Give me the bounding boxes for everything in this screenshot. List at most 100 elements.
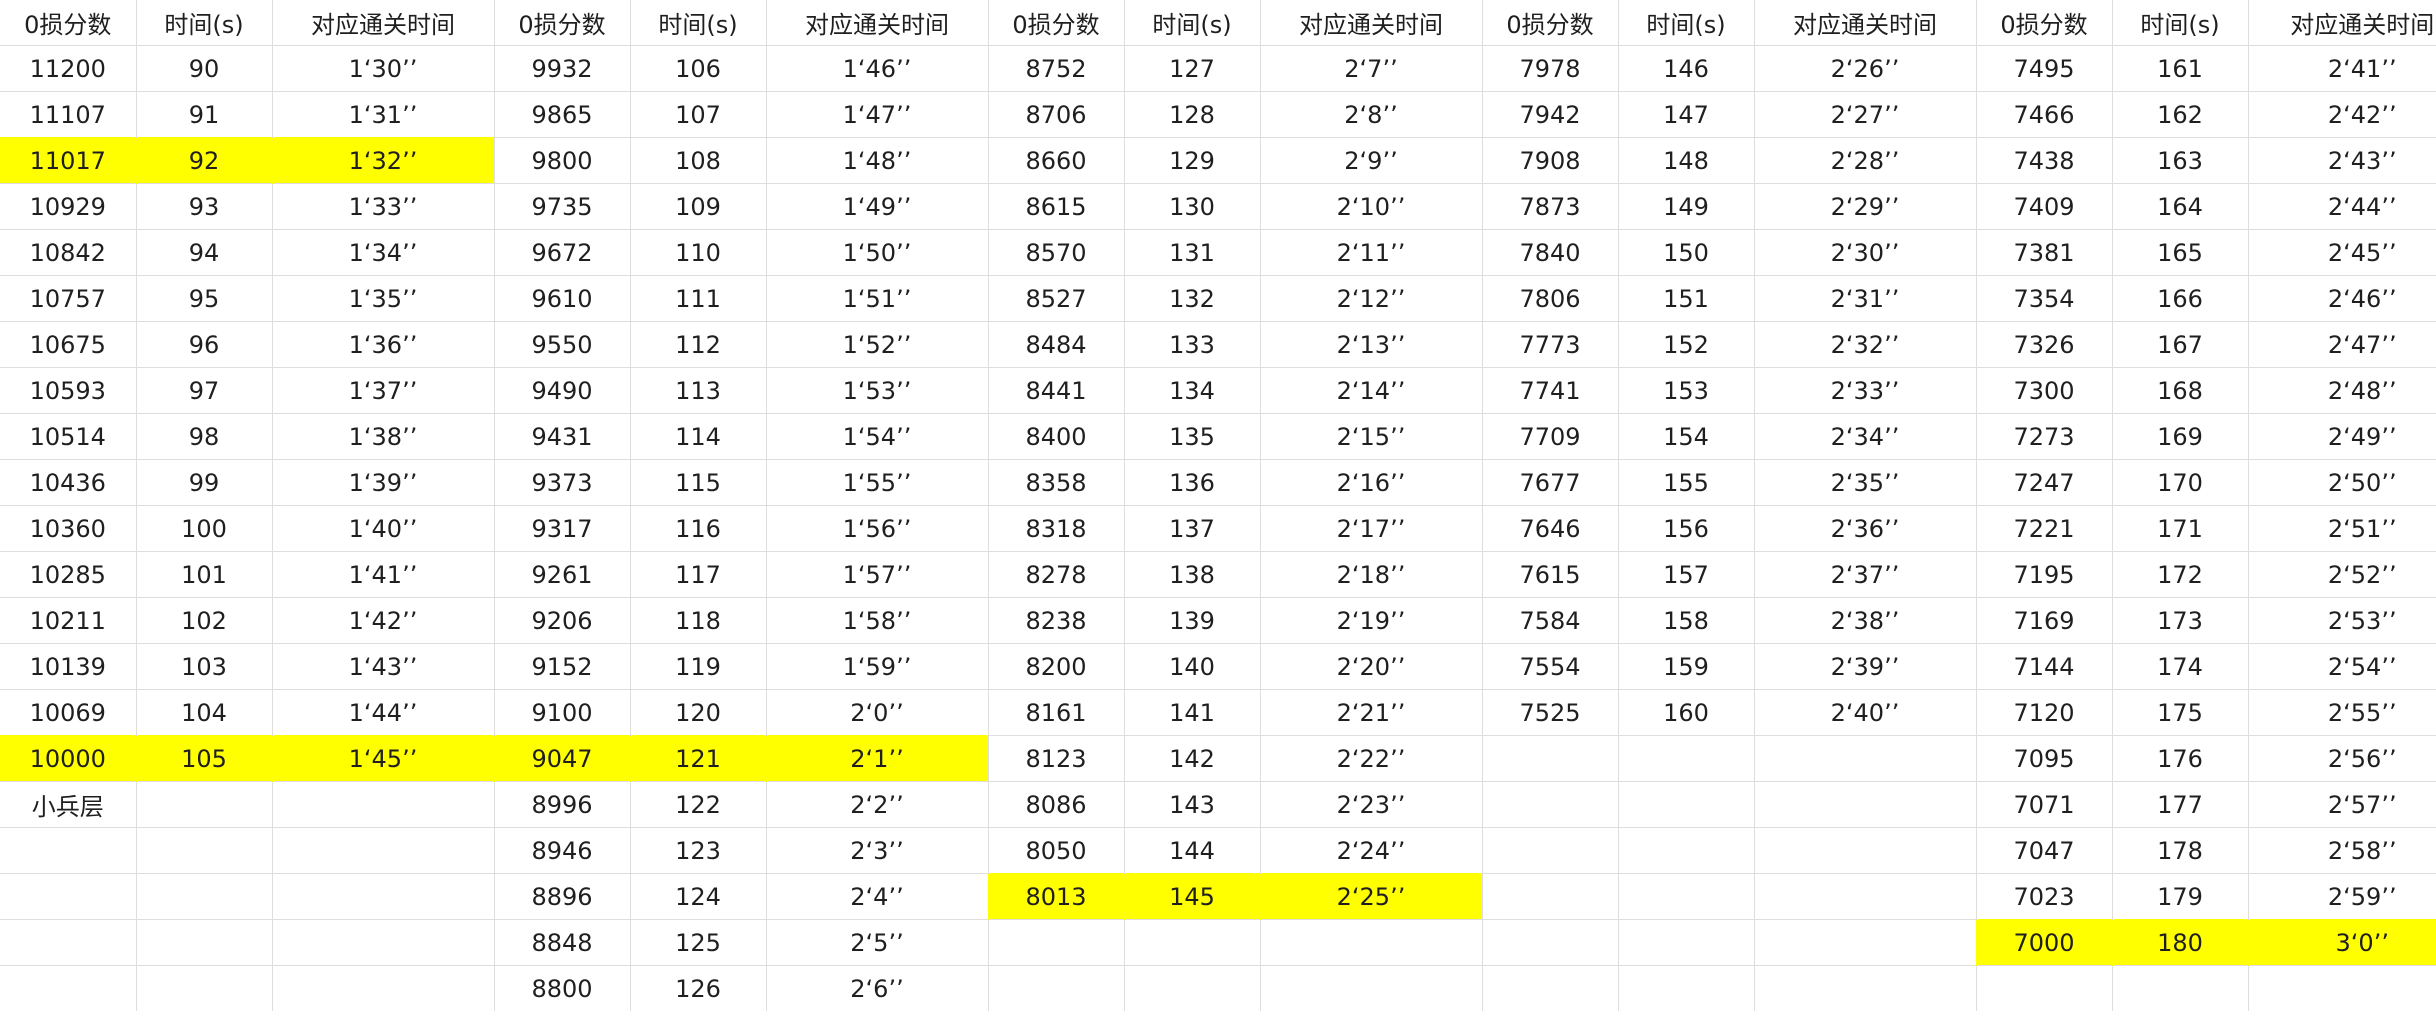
clear-time-cell[interactable]: 2‘32’’ (1753, 321, 1976, 368)
time-cell[interactable]: 122 (629, 781, 766, 828)
score-cell[interactable]: 7646 (1481, 505, 1618, 552)
clear-time-cell[interactable]: 2‘24’’ (1259, 827, 1482, 874)
clear-time-cell[interactable]: 1‘32’’ (271, 137, 494, 184)
score-cell[interactable]: 7615 (1481, 551, 1618, 598)
empty-cell[interactable] (1753, 919, 1976, 966)
score-cell[interactable]: 8570 (987, 229, 1124, 276)
time-cell[interactable]: 114 (629, 413, 766, 460)
score-cell[interactable]: 7195 (1975, 551, 2112, 598)
empty-cell[interactable] (0, 919, 136, 966)
score-cell[interactable]: 9800 (493, 137, 630, 184)
empty-cell[interactable] (1481, 919, 1618, 966)
header-time[interactable]: 时间(s) (1617, 0, 1754, 46)
time-cell[interactable]: 149 (1617, 183, 1754, 230)
time-cell[interactable]: 138 (1123, 551, 1260, 598)
time-cell[interactable]: 108 (629, 137, 766, 184)
empty-cell[interactable] (271, 827, 494, 874)
score-cell[interactable]: 7942 (1481, 91, 1618, 138)
empty-cell[interactable] (1753, 827, 1976, 874)
clear-time-cell[interactable]: 2‘14’’ (1259, 367, 1482, 414)
time-cell[interactable]: 126 (629, 965, 766, 1011)
empty-cell[interactable] (135, 827, 272, 874)
clear-time-cell[interactable]: 2‘7’’ (1259, 45, 1482, 92)
clear-time-cell[interactable]: 2‘16’’ (1259, 459, 1482, 506)
clear-time-cell[interactable]: 1‘36’’ (271, 321, 494, 368)
score-cell[interactable]: 9865 (493, 91, 630, 138)
clear-time-cell[interactable]: 2‘46’’ (2247, 275, 2436, 322)
empty-cell[interactable] (1753, 965, 1976, 1011)
score-cell[interactable]: 10000 (0, 735, 136, 782)
time-cell[interactable]: 121 (629, 735, 766, 782)
clear-time-cell[interactable]: 1‘58’’ (765, 597, 988, 644)
time-cell[interactable]: 131 (1123, 229, 1260, 276)
clear-time-cell[interactable]: 2‘53’’ (2247, 597, 2436, 644)
clear-time-cell[interactable]: 2‘20’’ (1259, 643, 1482, 690)
clear-time-cell[interactable]: 2‘3’’ (765, 827, 988, 874)
empty-cell[interactable] (2247, 965, 2436, 1011)
time-cell[interactable]: 180 (2111, 919, 2248, 966)
time-cell[interactable]: 150 (1617, 229, 1754, 276)
clear-time-cell[interactable]: 2‘18’’ (1259, 551, 1482, 598)
score-cell[interactable]: 8123 (987, 735, 1124, 782)
time-cell[interactable]: 129 (1123, 137, 1260, 184)
score-cell[interactable]: 8358 (987, 459, 1124, 506)
time-cell[interactable]: 147 (1617, 91, 1754, 138)
time-cell[interactable]: 104 (135, 689, 272, 736)
score-cell[interactable]: 7023 (1975, 873, 2112, 920)
clear-time-cell[interactable]: 1‘35’’ (271, 275, 494, 322)
clear-time-cell[interactable]: 2‘39’’ (1753, 643, 1976, 690)
header-score[interactable]: 0损分数 (987, 0, 1124, 46)
time-cell[interactable]: 148 (1617, 137, 1754, 184)
time-cell[interactable]: 177 (2111, 781, 2248, 828)
empty-cell[interactable] (1481, 735, 1618, 782)
clear-time-cell[interactable]: 1‘42’’ (271, 597, 494, 644)
score-cell[interactable]: 9317 (493, 505, 630, 552)
empty-cell[interactable] (135, 873, 272, 920)
time-cell[interactable]: 170 (2111, 459, 2248, 506)
time-cell[interactable]: 93 (135, 183, 272, 230)
time-cell[interactable]: 101 (135, 551, 272, 598)
time-cell[interactable]: 91 (135, 91, 272, 138)
score-cell[interactable]: 7000 (1975, 919, 2112, 966)
clear-time-cell[interactable]: 2‘8’’ (1259, 91, 1482, 138)
score-cell[interactable]: 7709 (1481, 413, 1618, 460)
clear-time-cell[interactable]: 1‘38’’ (271, 413, 494, 460)
empty-cell[interactable] (1259, 919, 1482, 966)
time-cell[interactable]: 154 (1617, 413, 1754, 460)
score-cell[interactable]: 8013 (987, 873, 1124, 920)
time-cell[interactable]: 152 (1617, 321, 1754, 368)
empty-cell[interactable] (0, 827, 136, 874)
clear-time-cell[interactable]: 2‘12’’ (1259, 275, 1482, 322)
clear-time-cell[interactable]: 2‘44’’ (2247, 183, 2436, 230)
score-cell[interactable]: 7495 (1975, 45, 2112, 92)
empty-cell[interactable] (1617, 919, 1754, 966)
time-cell[interactable]: 107 (629, 91, 766, 138)
clear-time-cell[interactable]: 1‘56’’ (765, 505, 988, 552)
clear-time-cell[interactable]: 1‘39’’ (271, 459, 494, 506)
score-cell[interactable]: 8996 (493, 781, 630, 828)
time-cell[interactable]: 127 (1123, 45, 1260, 92)
time-cell[interactable]: 132 (1123, 275, 1260, 322)
time-cell[interactable]: 123 (629, 827, 766, 874)
time-cell[interactable]: 92 (135, 137, 272, 184)
score-cell[interactable]: 8896 (493, 873, 630, 920)
header-time[interactable]: 时间(s) (135, 0, 272, 46)
score-cell[interactable]: 8086 (987, 781, 1124, 828)
score-cell[interactable]: 7438 (1975, 137, 2112, 184)
score-cell[interactable]: 9261 (493, 551, 630, 598)
score-cell[interactable]: 7221 (1975, 505, 2112, 552)
time-cell[interactable]: 146 (1617, 45, 1754, 92)
clear-time-cell[interactable]: 2‘56’’ (2247, 735, 2436, 782)
header-clear-time[interactable]: 对应通关时间 (271, 0, 494, 46)
score-cell[interactable]: 10593 (0, 367, 136, 414)
score-cell[interactable]: 7144 (1975, 643, 2112, 690)
time-cell[interactable]: 134 (1123, 367, 1260, 414)
time-cell[interactable]: 90 (135, 45, 272, 92)
header-clear-time[interactable]: 对应通关时间 (1259, 0, 1482, 46)
empty-cell[interactable] (135, 781, 272, 828)
clear-time-cell[interactable]: 2‘15’’ (1259, 413, 1482, 460)
clear-time-cell[interactable]: 2‘45’’ (2247, 229, 2436, 276)
score-cell[interactable]: 10436 (0, 459, 136, 506)
score-cell[interactable]: 7554 (1481, 643, 1618, 690)
clear-time-cell[interactable]: 2‘42’’ (2247, 91, 2436, 138)
